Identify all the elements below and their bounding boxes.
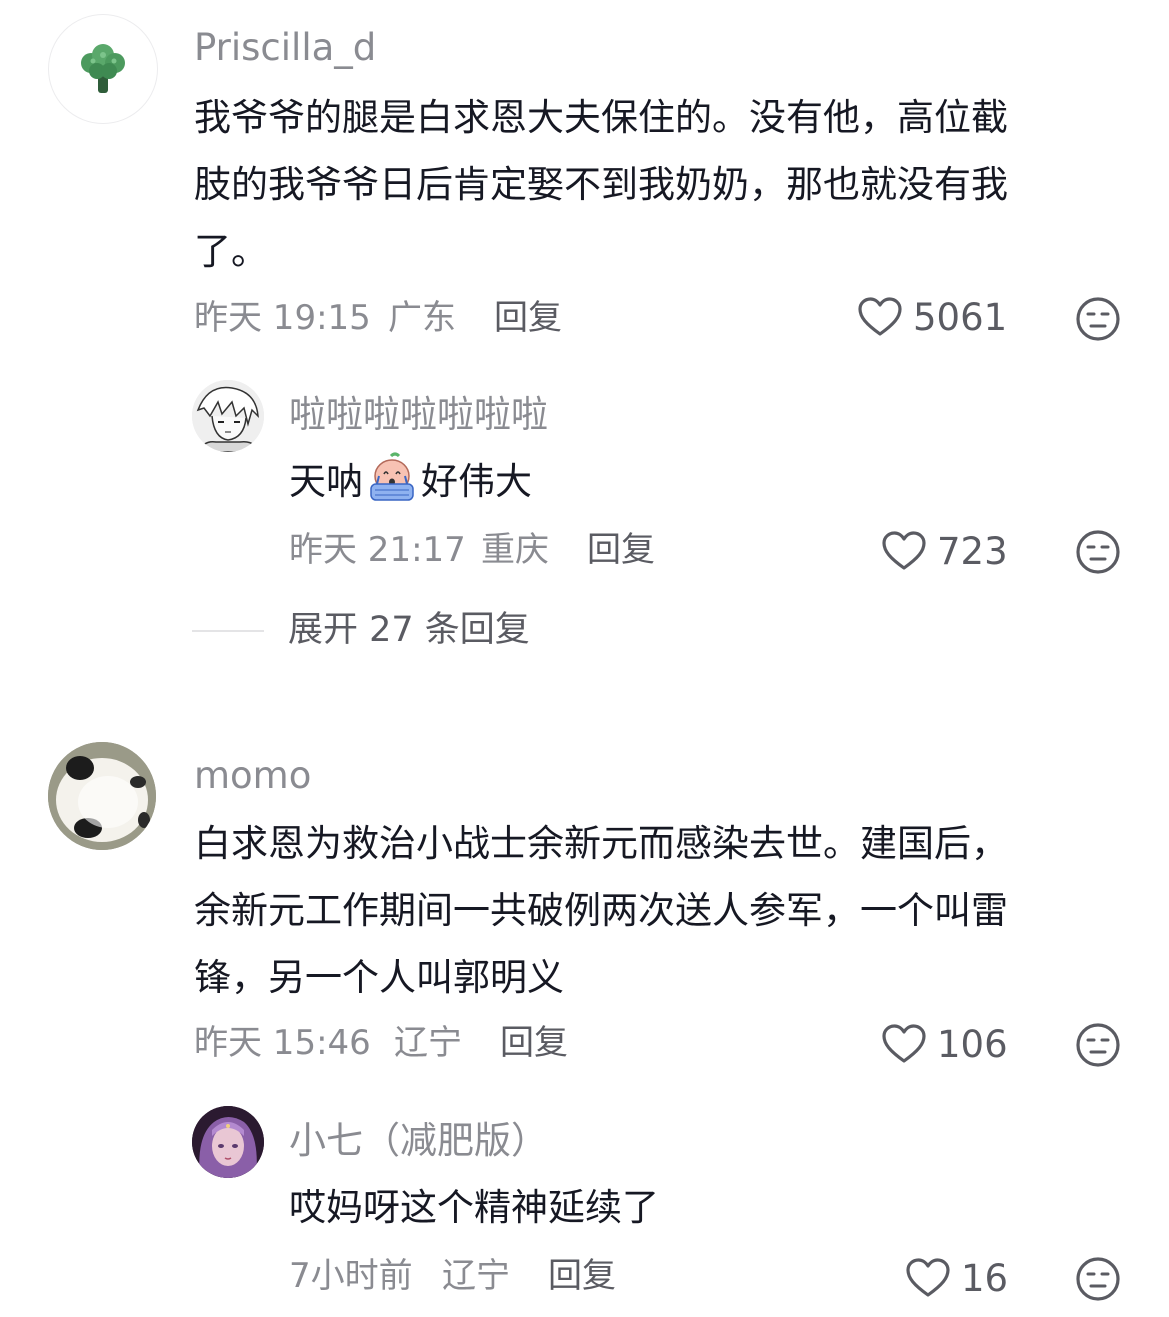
expand-replies-label: 展开 27 条回复: [288, 610, 530, 650]
like-count: 106: [937, 1022, 1008, 1066]
comment-time: 昨天 15:46: [194, 1023, 371, 1063]
reply-text: 天呐 好伟大: [289, 448, 532, 515]
broccoli-icon: [81, 44, 125, 93]
heart-outline-icon: [882, 1024, 926, 1063]
meh-face-icon: [1076, 530, 1120, 574]
heart-outline-icon: [906, 1258, 950, 1297]
like-button[interactable]: 16: [905, 1257, 1008, 1299]
meh-face-icon: [1076, 1257, 1120, 1301]
comment-text-line: 锋，另一个人叫郭明义: [194, 956, 564, 999]
comment-text-line: 我爷爷的腿是白求恩大夫保住的。没有他，高位截: [194, 96, 1008, 139]
comment-location: 广东: [388, 298, 456, 338]
comment-text-line: 肢的我爷爷日后肯定娶不到我奶奶，那也就没有我: [194, 163, 1008, 206]
crying-emoji-icon: [370, 452, 414, 501]
avatar[interactable]: [48, 742, 156, 850]
comment-text-line: 了。: [194, 230, 268, 273]
comment-text: 白求恩为救治小战士余新元而感染去世。建国后， 余新元工作期间一共破例两次送人参军…: [194, 810, 1008, 1011]
reply-button[interactable]: 回复: [494, 301, 562, 335]
reply-button[interactable]: 回复: [500, 1026, 568, 1060]
like-count: 723: [937, 529, 1008, 573]
reply-location: 重庆: [481, 530, 549, 570]
meh-face-icon: [1076, 1023, 1120, 1067]
like-button[interactable]: 723: [881, 530, 1008, 572]
avatar[interactable]: [48, 14, 158, 124]
portrait-avatar-icon: [192, 1106, 264, 1178]
reply-username[interactable]: 小七（减肥版）: [289, 1122, 548, 1159]
dislike-button[interactable]: [1075, 529, 1121, 579]
expand-replies-button[interactable]: 展开 27 条回复: [192, 613, 530, 648]
dislike-button[interactable]: [1075, 1256, 1121, 1306]
comment-text: 我爷爷的腿是白求恩大夫保住的。没有他，高位截 肢的我爷爷日后肯定娶不到我奶奶，那…: [194, 84, 1008, 285]
heart-outline-icon: [858, 297, 902, 336]
anime-avatar-icon: [192, 380, 264, 452]
meh-face-icon: [1076, 297, 1120, 341]
like-button[interactable]: 5061: [857, 296, 1007, 338]
reply-avatar[interactable]: [192, 380, 264, 452]
reply-location: 辽宁: [442, 1256, 510, 1296]
reply-button[interactable]: 回复: [548, 1259, 616, 1293]
reply-text: 哎妈呀这个精神延续了: [289, 1186, 659, 1229]
dislike-button[interactable]: [1075, 1022, 1121, 1072]
reply-time: 昨天 21:17: [289, 530, 466, 570]
heart-outline-icon: [882, 531, 926, 570]
comment-text-line: 余新元工作期间一共破例两次送人参军，一个叫雷: [194, 889, 1008, 932]
reply-time: 7小时前: [289, 1256, 413, 1296]
like-button[interactable]: 106: [881, 1023, 1008, 1065]
reply-username[interactable]: 啦啦啦啦啦啦啦: [289, 396, 548, 433]
panda-plush-icon: [48, 742, 156, 850]
comment-time: 昨天 19:15: [194, 298, 371, 338]
like-count: 16: [961, 1256, 1009, 1300]
reply-text-part: 天呐: [289, 460, 363, 503]
comment-location: 辽宁: [394, 1023, 462, 1063]
like-count: 5061: [913, 295, 1008, 339]
reply-button[interactable]: 回复: [587, 533, 655, 567]
expand-divider: [192, 629, 264, 632]
dislike-button[interactable]: [1075, 296, 1121, 346]
reply-avatar[interactable]: [192, 1106, 264, 1178]
comment-username[interactable]: momo: [194, 757, 311, 794]
comment-text-line: 白求恩为救治小战士余新元而感染去世。建国后，: [194, 822, 1008, 865]
comment-username[interactable]: Priscilla_d: [194, 29, 376, 66]
reply-text-part: 好伟大: [421, 460, 532, 503]
